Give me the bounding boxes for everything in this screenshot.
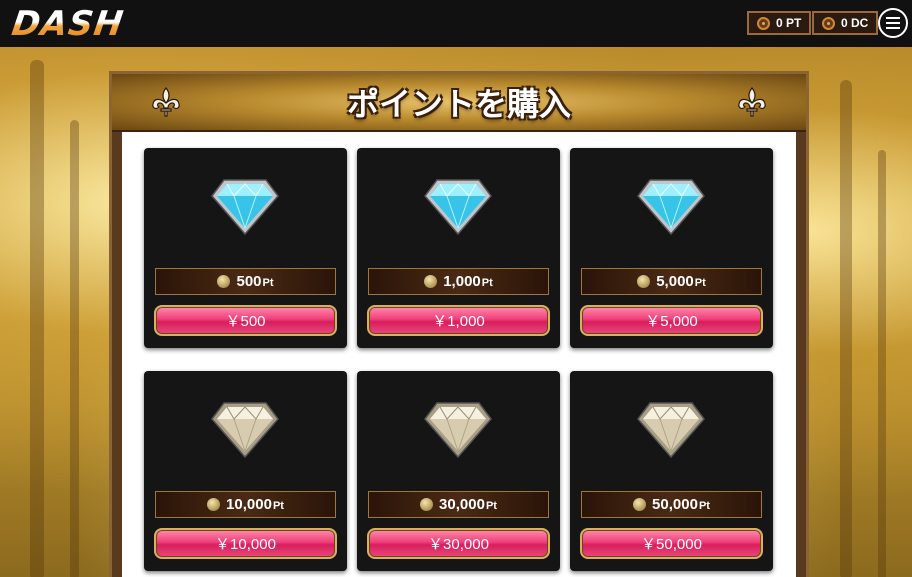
buy-button[interactable]: ￥50,000 [580,528,763,559]
fleur-de-lis-icon [738,87,766,117]
package-card: 1,000Pt ￥1,000 [357,148,560,348]
purchase-panel: ポイントを購入 500Pt ￥500 1,000Pt ￥1,000 5,000P… [109,71,809,577]
background-tree [878,150,886,577]
points-balance-value: 0 PT [776,16,802,30]
point-coin-icon [637,275,651,288]
package-card: 30,000Pt ￥30,000 [357,371,560,571]
points-amount: 500Pt [155,268,336,295]
background-tree [840,80,852,577]
point-coin-icon [217,275,231,288]
buy-button[interactable]: ￥500 [154,305,337,336]
points-balance[interactable]: 0 PT [747,11,812,35]
package-card: 500Pt ￥500 [144,148,347,348]
page-title: ポイントを購入 [346,85,571,123]
point-coin-icon [757,16,770,30]
package-card: 50,000Pt ￥50,000 [570,371,773,571]
white-diamond-icon [424,402,492,459]
package-grid: 500Pt ￥500 1,000Pt ￥1,000 5,000Pt ￥5,000… [122,132,796,577]
white-diamond-icon [211,402,279,459]
blue-diamond-icon [637,179,705,236]
blue-diamond-icon [211,179,279,236]
dc-coin-icon [822,16,835,30]
point-coin-icon [420,498,434,511]
package-card: 5,000Pt ￥5,000 [570,148,773,348]
dc-balance[interactable]: 0 DC [812,11,879,35]
point-coin-icon [207,498,221,511]
buy-button[interactable]: ￥1,000 [367,305,550,336]
hamburger-icon [886,17,900,19]
points-amount: 30,000Pt [368,491,549,518]
blue-diamond-icon [424,179,492,236]
points-amount: 5,000Pt [581,268,762,295]
top-bar: DASH 0 PT 0 DC [0,0,912,47]
background-tree [30,60,44,577]
buy-button[interactable]: ￥5,000 [580,305,763,336]
panel-header: ポイントを購入 [112,74,806,132]
package-card: 10,000Pt ￥10,000 [144,371,347,571]
dc-balance-value: 0 DC [841,16,869,30]
buy-button[interactable]: ￥10,000 [154,528,337,559]
hamburger-menu-button[interactable] [878,8,908,38]
point-coin-icon [633,498,647,511]
buy-button[interactable]: ￥30,000 [367,528,550,559]
white-diamond-icon [637,402,705,459]
dash-logo[interactable]: DASH [9,4,126,44]
points-amount: 1,000Pt [368,268,549,295]
fleur-de-lis-icon [152,87,180,117]
points-amount: 50,000Pt [581,491,762,518]
background-tree [70,120,79,577]
points-amount: 10,000Pt [155,491,336,518]
point-coin-icon [424,275,438,288]
